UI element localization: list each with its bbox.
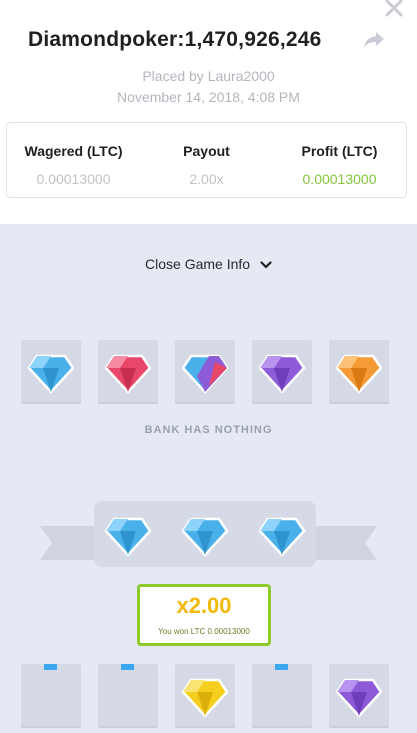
share-icon[interactable] (362, 30, 386, 50)
player-hand (94, 501, 316, 567)
yellow-diamond-icon (181, 678, 229, 718)
profit-stat: Profit (LTC) 0.00013000 (273, 123, 406, 197)
dealer-slot-4 (252, 664, 312, 728)
dealer-slot-3 (175, 664, 235, 728)
slot-marker (275, 664, 288, 670)
red-diamond-icon (104, 354, 152, 394)
bank-gem-3 (175, 340, 235, 404)
bank-gem-1 (21, 340, 81, 404)
close-game-info-toggle[interactable]: Close Game Info (0, 256, 417, 272)
wagered-label: Wagered (LTC) (24, 143, 123, 159)
purple-diamond-icon (335, 678, 383, 718)
blue-diamond-icon (181, 517, 229, 557)
profit-value: 0.00013000 (302, 171, 377, 187)
payout-label: Payout (183, 143, 230, 159)
placed-by: Placed by Laura2000 (142, 68, 275, 84)
win-result: x2.00 You won LTC 0.00013000 (137, 584, 271, 646)
wagered-stat: Wagered (LTC) 0.00013000 (7, 123, 140, 197)
payout-stat: Payout 2.00x (140, 123, 273, 197)
orange-diamond-icon (335, 354, 383, 394)
dealer-slot-2 (98, 664, 158, 728)
slot-marker (44, 664, 57, 670)
win-multiplier: x2.00 (176, 593, 232, 618)
bet-title: Diamondpoker:1,470,926,246 (28, 28, 322, 51)
wagered-value: 0.00013000 (36, 171, 111, 187)
slot-marker (121, 664, 134, 670)
bet-stats: Wagered (LTC) 0.00013000 Payout 2.00x Pr… (6, 122, 407, 198)
bank-gem-5 (329, 340, 389, 404)
game-info-panel: Close Game Info BANK HAS NOTHING x2.00 Y… (0, 224, 417, 733)
placed-date: November 14, 2018, 4:08 PM (117, 89, 300, 105)
payout-value: 2.00x (189, 171, 224, 187)
toggle-label: Close Game Info (145, 256, 251, 272)
blue-diamond-icon (104, 517, 152, 557)
dealer-slot-1 (21, 664, 81, 728)
profit-label: Profit (LTC) (301, 143, 378, 159)
blue-purple-diamond-icon (181, 354, 229, 394)
dealer-slot-5 (329, 664, 389, 728)
bank-gem-2 (98, 340, 158, 404)
chevron-down-icon (260, 261, 272, 269)
bank-status: BANK HAS NOTHING (144, 424, 273, 436)
bank-gem-4 (252, 340, 312, 404)
blue-diamond-icon (27, 354, 75, 394)
win-amount: You won LTC 0.00013000 (158, 627, 250, 636)
close-icon[interactable] (380, 0, 408, 22)
purple-diamond-icon (258, 354, 306, 394)
blue-diamond-icon (258, 517, 306, 557)
